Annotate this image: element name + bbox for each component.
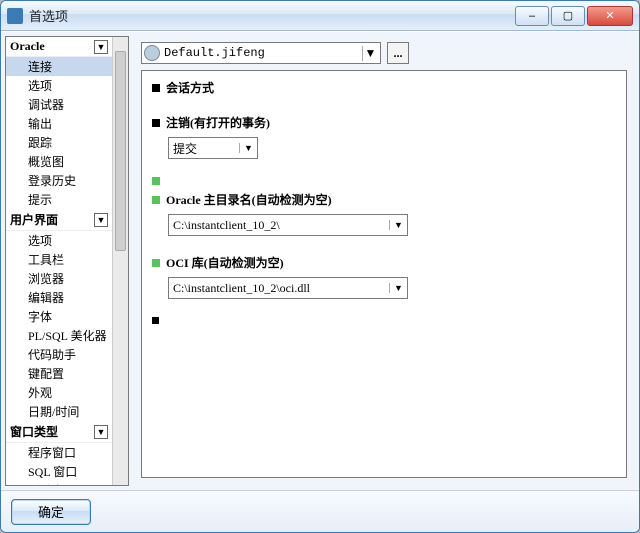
close-button[interactable]: ✕	[587, 6, 633, 26]
sidebar-item[interactable]: 外观	[6, 383, 112, 402]
section-title-session: 会话方式	[166, 79, 214, 96]
sidebar-item[interactable]: 提示	[6, 190, 112, 209]
main-pane: Default.jifeng ▼ ... 会话方式	[133, 36, 635, 486]
sidebar-item[interactable]: 浏览器	[6, 269, 112, 288]
sidebar-group-label: 用户界面	[10, 211, 58, 228]
chevron-down-icon[interactable]: ▼	[94, 425, 108, 439]
settings-panel: 会话方式 注销(有打开的事务) 提交 ▼	[141, 70, 627, 478]
oci-value: C:\instantclient_10_2\oci.dll	[169, 281, 389, 296]
titlebar[interactable]: 首选项 – ▢ ✕	[1, 1, 639, 31]
section-green-spacer	[152, 177, 616, 185]
chevron-down-icon: ▼	[389, 283, 407, 293]
footer: 确定	[1, 490, 639, 532]
profile-label: Default.jifeng	[164, 46, 362, 60]
logoff-select[interactable]: 提交 ▼	[168, 137, 258, 159]
green-bullet-icon	[152, 259, 160, 267]
bullet-icon	[152, 317, 159, 324]
oracle-home-value: C:\instantclient_10_2\	[169, 218, 389, 233]
sidebar-item[interactable]: SQL 窗口	[6, 462, 112, 481]
sidebar-group-label: Oracle	[10, 39, 45, 54]
ok-button[interactable]: 确定	[11, 499, 91, 525]
maximize-icon: ▢	[563, 9, 573, 22]
section-oracle-home: Oracle 主目录名(自动检测为空) C:\instantclient_10_…	[152, 191, 616, 236]
bullet-icon	[152, 119, 160, 127]
sidebar-item[interactable]: 连接	[6, 57, 112, 76]
scrollbar-thumb[interactable]	[115, 51, 126, 251]
sidebar-group-2[interactable]: 窗口类型 ▼	[6, 421, 112, 443]
sidebar-item[interactable]: 登录历史	[6, 171, 112, 190]
sidebar-item[interactable]: 概览图	[6, 152, 112, 171]
sidebar-item[interactable]: 程序窗口	[6, 443, 112, 462]
minimize-button[interactable]: –	[515, 6, 549, 26]
sidebar[interactable]: Oracle▼连接选项调试器输出跟踪概览图登录历史提示用户界面▼选项工具栏浏览器…	[5, 36, 129, 486]
profile-select[interactable]: Default.jifeng ▼	[141, 42, 381, 64]
oci-select[interactable]: C:\instantclient_10_2\oci.dll ▼	[168, 277, 408, 299]
minimize-icon: –	[529, 10, 535, 22]
section-logoff: 注销(有打开的事务) 提交 ▼	[152, 114, 616, 159]
sidebar-item[interactable]: 日期/时间	[6, 402, 112, 421]
section-session-mode: 会话方式	[152, 79, 616, 96]
close-icon: ✕	[605, 9, 614, 22]
chevron-down-icon: ▼	[239, 143, 257, 153]
sidebar-item[interactable]: 字体	[6, 307, 112, 326]
logoff-label: 注销(有打开的事务)	[166, 114, 270, 131]
oracle-home-select[interactable]: C:\instantclient_10_2\ ▼	[168, 214, 408, 236]
sidebar-item[interactable]: 调试器	[6, 95, 112, 114]
sidebar-item[interactable]: 输出	[6, 114, 112, 133]
section-trailing	[152, 317, 616, 324]
sidebar-item[interactable]: 跟踪	[6, 133, 112, 152]
chevron-down-icon[interactable]: ▼	[94, 213, 108, 227]
maximize-button[interactable]: ▢	[551, 6, 585, 26]
sidebar-group-0[interactable]: Oracle ▼	[6, 37, 112, 57]
chevron-down-icon: ▼	[389, 220, 407, 230]
sidebar-item[interactable]: PL/SQL 美化器	[6, 326, 112, 345]
sidebar-item[interactable]: 工具栏	[6, 250, 112, 269]
sidebar-item[interactable]: 选项	[6, 76, 112, 95]
section-oci: OCI 库(自动检测为空) C:\instantclient_10_2\oci.…	[152, 254, 616, 299]
sidebar-item[interactable]: 选项	[6, 231, 112, 250]
oci-label: OCI 库(自动检测为空)	[166, 254, 284, 271]
preferences-window: 首选项 – ▢ ✕ Oracle▼连接选项调试器输出跟踪概览图登录历史提示用户界…	[0, 0, 640, 533]
chevron-down-icon[interactable]: ▼	[94, 40, 108, 54]
profile-browse-button[interactable]: ...	[387, 42, 409, 64]
sidebar-scrollbar[interactable]	[112, 37, 128, 485]
oracle-home-label: Oracle 主目录名(自动检测为空)	[166, 191, 332, 208]
profile-icon	[144, 45, 160, 61]
sidebar-item[interactable]: 代码助手	[6, 345, 112, 364]
app-icon	[7, 8, 23, 24]
sidebar-group-1[interactable]: 用户界面 ▼	[6, 209, 112, 231]
content-area: Oracle▼连接选项调试器输出跟踪概览图登录历史提示用户界面▼选项工具栏浏览器…	[1, 31, 639, 490]
ok-label: 确定	[38, 502, 64, 521]
green-bullet-icon	[152, 177, 160, 185]
sidebar-item[interactable]: 测试窗口	[6, 481, 112, 486]
sidebar-item[interactable]: 键配置	[6, 364, 112, 383]
sidebar-group-label: 窗口类型	[10, 423, 58, 440]
chevron-down-icon: ▼	[362, 46, 378, 61]
ellipsis-icon: ...	[394, 46, 403, 61]
sidebar-item[interactable]: 编辑器	[6, 288, 112, 307]
logoff-value: 提交	[169, 140, 239, 157]
bullet-icon	[152, 84, 160, 92]
green-bullet-icon	[152, 196, 160, 204]
window-title: 首选项	[29, 6, 515, 25]
